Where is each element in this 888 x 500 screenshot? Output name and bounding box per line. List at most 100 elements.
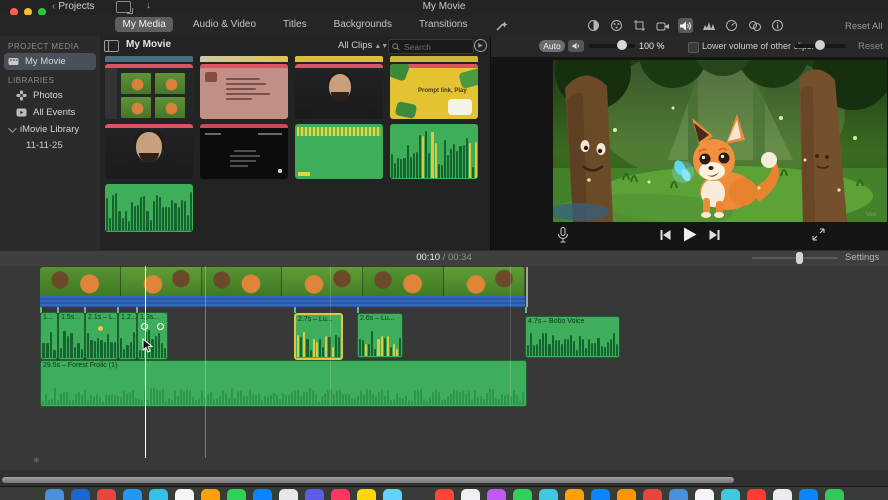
color-wheel-icon[interactable] (586, 18, 601, 33)
dock-app-icon[interactable] (668, 489, 688, 500)
dock-app-icon[interactable] (512, 489, 532, 500)
sidebar-item-imovie-library[interactable]: iMovie Library (0, 121, 100, 138)
stabilization-icon[interactable] (655, 18, 670, 33)
media-thumbnail-audio-2[interactable] (390, 124, 478, 179)
thumbnail-sliver[interactable] (295, 56, 383, 62)
record-voiceover-mic-icon[interactable] (557, 227, 569, 248)
marker-dot[interactable] (98, 326, 103, 331)
media-thumbnail-presenter-1[interactable] (295, 64, 383, 119)
horizontal-scrollbar[interactable] (2, 477, 734, 483)
sidebar-item-date[interactable]: 11-11-25 (0, 138, 100, 153)
clip-trim-handle[interactable] (526, 267, 528, 307)
dock-app-icon[interactable] (226, 489, 246, 500)
dock-app-icon[interactable] (824, 489, 844, 500)
volume-reset-button[interactable]: Reset (858, 41, 883, 52)
dock-app-icon[interactable] (330, 489, 350, 500)
dock-app-icon[interactable] (772, 489, 792, 500)
volume-slider[interactable] (589, 44, 635, 48)
dock-app-icon[interactable] (564, 489, 584, 500)
dock-app-icon[interactable] (538, 489, 558, 500)
dock-app-icon[interactable] (746, 489, 766, 500)
tab-my-media[interactable]: My Media (115, 17, 173, 32)
dock-app-icon[interactable] (694, 489, 714, 500)
media-thumbnail-audio-1[interactable] (295, 124, 383, 179)
video-preview[interactable]: Veo (549, 16, 888, 230)
media-thumbnail-presenter-2[interactable] (105, 124, 193, 179)
noise-reduction-icon[interactable] (701, 18, 716, 33)
disclosure-chevron-icon[interactable] (8, 123, 17, 133)
dock-app-icon[interactable] (408, 489, 428, 500)
media-thumbnail-notes[interactable] (200, 64, 288, 119)
timeline-settings-button[interactable]: Settings (845, 252, 879, 263)
search-input[interactable] (402, 40, 466, 53)
media-thumbnail-audio-3[interactable] (105, 184, 193, 232)
dock-app-icon[interactable] (486, 489, 506, 500)
lower-volume-knob[interactable] (815, 40, 825, 50)
dock-app-icon[interactable] (200, 489, 220, 500)
dock-app-icon[interactable] (70, 489, 90, 500)
play-button[interactable] (683, 227, 697, 247)
crop-icon[interactable] (632, 18, 647, 33)
previous-frame-button[interactable] (660, 228, 671, 246)
sidebar-item-my-movie[interactable]: My Movie (4, 53, 96, 70)
fullscreen-icon[interactable] (812, 228, 825, 246)
next-frame-button[interactable] (709, 228, 720, 246)
dock-app-icon[interactable] (460, 489, 480, 500)
audio-clip[interactable]: 1.2... (118, 312, 137, 360)
video-clip-filmstrip[interactable] (40, 267, 525, 296)
dock-app-icon[interactable] (252, 489, 272, 500)
info-icon[interactable] (770, 18, 785, 33)
audio-clip[interactable]: 1... (40, 312, 58, 360)
dock-app-icon[interactable] (642, 489, 662, 500)
audio-clip-bobo-voice[interactable]: 4.7s – Bobo Voice (525, 316, 620, 358)
dock-app-icon[interactable] (356, 489, 376, 500)
dock-app-icon[interactable] (96, 489, 116, 500)
dock-app-icon[interactable] (434, 489, 454, 500)
media-thumbnail-fox-grid[interactable] (105, 64, 193, 119)
palette-icon[interactable] (609, 18, 624, 33)
dock-app-icon[interactable] (278, 489, 298, 500)
video-clip-audio-track[interactable] (40, 296, 525, 307)
audio-clip-selected[interactable]: 2.7s – Lu... (294, 313, 343, 360)
media-thumbnail-promo[interactable]: Prompt link, Play (390, 64, 478, 119)
volume-slider-knob[interactable] (617, 40, 627, 50)
thumbnail-sliver[interactable] (390, 56, 478, 62)
tab-backgrounds[interactable]: Backgrounds (327, 17, 399, 32)
audio-clip[interactable]: 1.5s... (58, 312, 85, 360)
audio-clip[interactable]: 2.1s – L... (85, 312, 118, 360)
dock-app-icon[interactable] (304, 489, 324, 500)
dock-app-icon[interactable] (720, 489, 740, 500)
sidebar-toggle-icon[interactable] (104, 40, 119, 52)
media-thumbnail-terminal[interactable] (200, 124, 288, 179)
dock-app-icon[interactable] (148, 489, 168, 500)
clip-duration-filter-icon[interactable]: ▶ (474, 39, 487, 52)
dock-app-icon[interactable] (798, 489, 818, 500)
dock-app-icon[interactable] (590, 489, 610, 500)
lower-volume-checkbox[interactable] (688, 42, 699, 53)
sidebar-item-all-events[interactable]: All Events (0, 104, 100, 121)
dock-app-icon[interactable] (382, 489, 402, 500)
thumbnail-sliver[interactable] (105, 56, 193, 62)
tab-transitions[interactable]: Transitions (412, 17, 475, 32)
tab-titles[interactable]: Titles (276, 17, 314, 32)
dock-app-icon[interactable] (44, 489, 64, 500)
keyframe-handle[interactable] (157, 323, 164, 330)
clip-filter-dropdown[interactable]: All Clips ▲▼ (338, 40, 388, 51)
macos-dock[interactable] (0, 487, 888, 500)
dock-app-icon[interactable] (616, 489, 636, 500)
timeline-skimmer[interactable] (205, 266, 206, 458)
audio-clip[interactable]: 2.6s – Lu... (357, 313, 403, 358)
volume-icon[interactable] (678, 18, 693, 33)
reset-all-button[interactable]: Reset All (845, 21, 883, 32)
playhead[interactable] (145, 266, 146, 458)
sidebar-item-photos[interactable]: Photos (0, 87, 100, 104)
music-clip-forest-frolic[interactable]: 29.5s – Forest Frolic (1) (40, 360, 527, 407)
speed-icon[interactable] (724, 18, 739, 33)
color-balance-icon[interactable] (747, 18, 762, 33)
timeline-zoom-knob[interactable] (796, 252, 803, 264)
search-field[interactable] (388, 39, 474, 54)
thumbnail-sliver[interactable] (200, 56, 288, 62)
dock-app-icon[interactable] (122, 489, 142, 500)
dock-app-icon[interactable] (174, 489, 194, 500)
tab-audio-video[interactable]: Audio & Video (186, 17, 263, 32)
